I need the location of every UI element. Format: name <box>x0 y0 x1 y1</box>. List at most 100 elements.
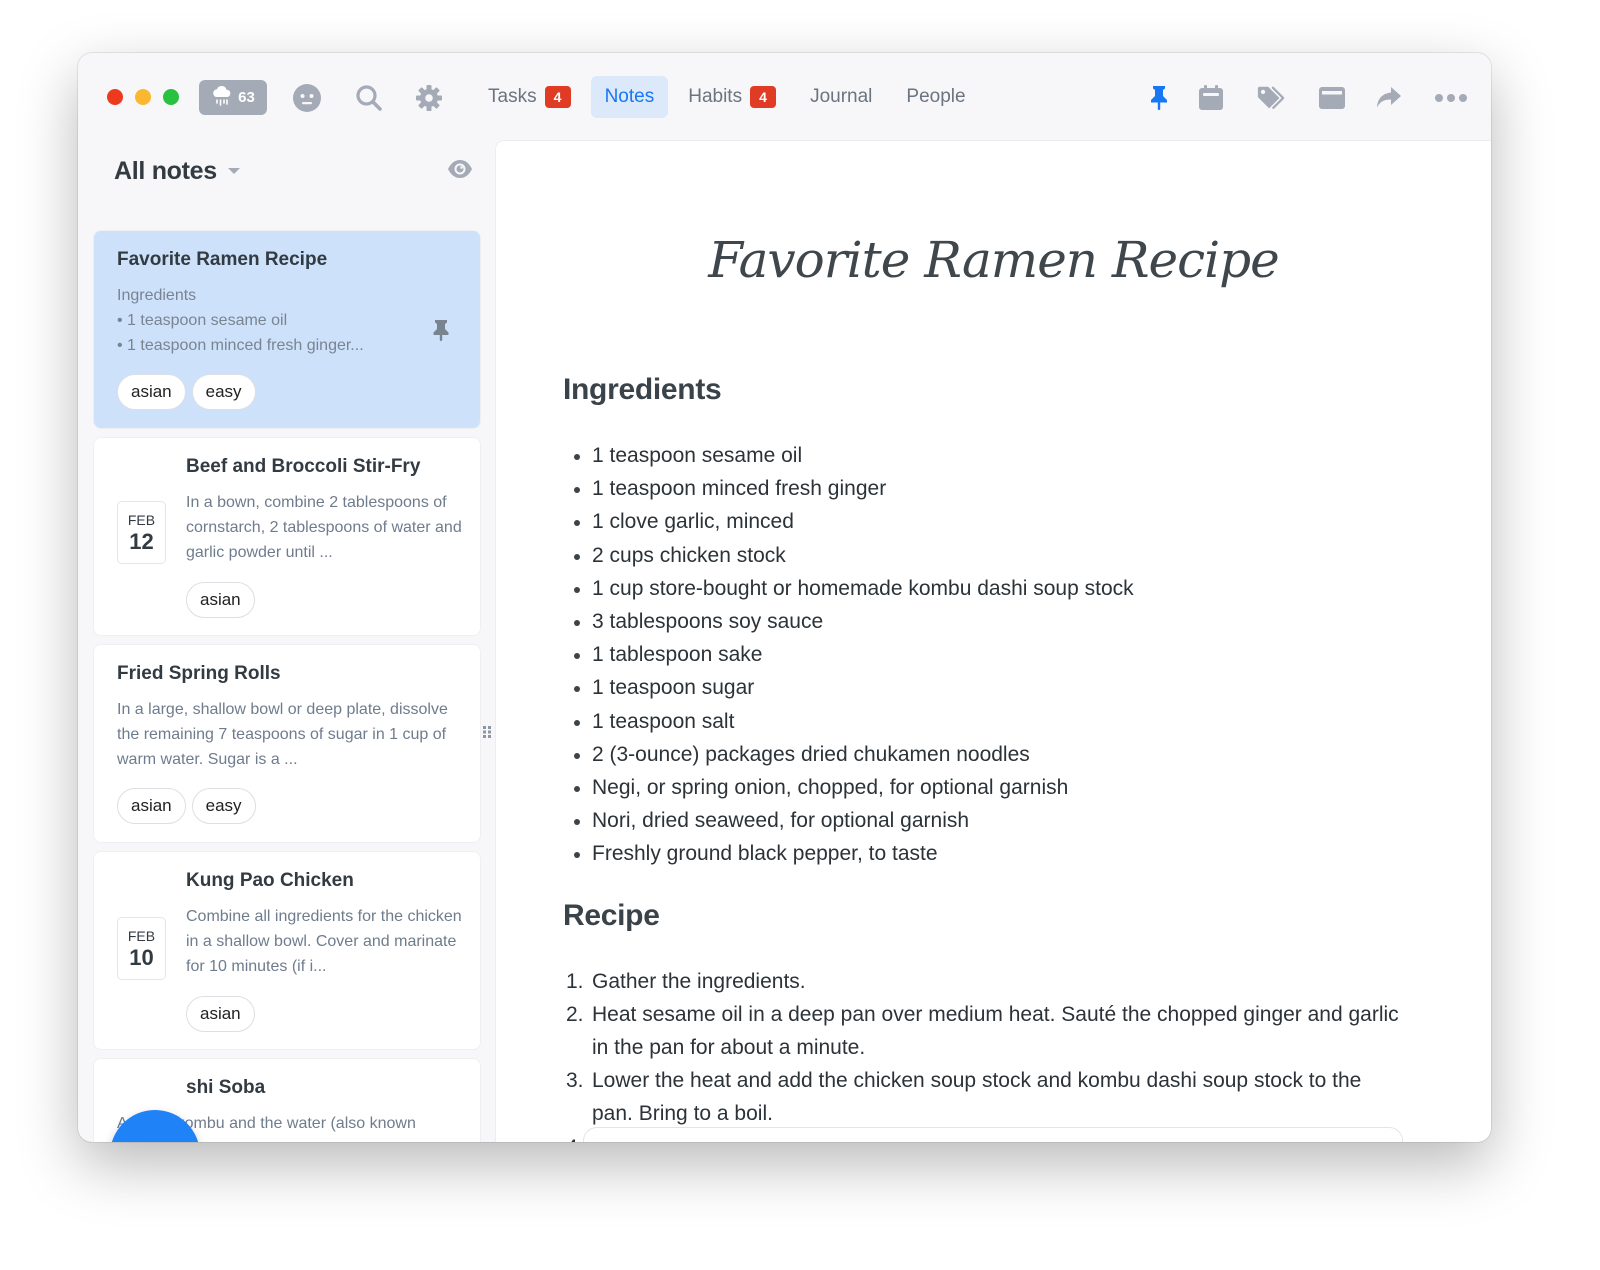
tab-notes[interactable]: Notes <box>590 76 669 118</box>
step-text: Gather the ingredients. <box>592 969 806 993</box>
ingredient-item: 1 clove garlic, minced <box>563 505 1403 538</box>
date-day: 10 <box>129 944 154 970</box>
note-editor[interactable]: Favorite Ramen Recipe Ingredients 1 teas… <box>496 141 1491 1142</box>
panel-icon[interactable] <box>1317 83 1347 113</box>
minimize-window-button[interactable] <box>135 89 151 105</box>
recipe-heading: Recipe <box>563 898 660 932</box>
note-heading[interactable]: Favorite Ramen Recipe <box>496 231 1491 289</box>
close-window-button[interactable] <box>107 89 123 105</box>
habits-count-badge: 4 <box>750 86 777 108</box>
zoom-window-button[interactable] <box>163 89 179 105</box>
tab-journal[interactable]: Journal <box>796 76 886 118</box>
tasks-count-badge: 4 <box>544 86 571 108</box>
preview-line: • 1 teaspoon minced fresh ginger... <box>117 337 364 354</box>
note-title: shi Soba <box>186 1077 266 1098</box>
ingredients-list: 1 teaspoon sesame oil 1 teaspoon minced f… <box>563 439 1403 871</box>
tab-habits[interactable]: Habits 4 <box>674 76 790 118</box>
tag-chip[interactable]: asian <box>117 374 186 410</box>
eye-icon[interactable] <box>447 159 473 184</box>
tag-list: asian easy <box>117 788 256 824</box>
note-card[interactable]: FEB 12 Beef and Broccoli Stir-Fry In a b… <box>94 438 480 635</box>
ingredient-item: 1 cup store-bought or homemade kombu das… <box>563 572 1403 605</box>
date-month: FEB <box>127 511 156 528</box>
ingredient-item: 1 tablespoon sake <box>563 638 1403 671</box>
recipe-step: 2. Heat sesame oil in a deep pan over med… <box>563 998 1403 1064</box>
date-badge: FEB 10 <box>117 917 166 980</box>
tab-label: People <box>906 86 966 107</box>
recipe-step: 1. Gather the ingredients. <box>563 965 1403 998</box>
plus-icon <box>141 1141 169 1142</box>
note-title: Favorite Ramen Recipe <box>117 249 328 270</box>
app-window: 63 Tasks 4 Notes Habits 4 Journal People… <box>78 53 1491 1142</box>
recipe-step: 3. Lower the heat and add the chicken sou… <box>563 1064 1403 1130</box>
ingredient-item: 2 (3-ounce) packages dried chukamen nood… <box>563 738 1403 771</box>
note-title: Fried Spring Rolls <box>117 663 281 684</box>
note-card[interactable]: Favorite Ramen Recipe Ingredients • 1 te… <box>94 231 480 428</box>
date-badge: FEB 12 <box>117 501 166 564</box>
rain-cloud-icon <box>211 85 233 111</box>
ingredient-item: 2 cups chicken stock <box>563 539 1403 572</box>
tab-label: Tasks <box>488 86 537 107</box>
tag-list: asian easy <box>117 374 256 410</box>
sidebar-resize-handle[interactable] <box>482 725 492 739</box>
toolbar: 63 Tasks 4 Notes Habits 4 Journal People <box>78 53 1491 141</box>
mood-face-icon[interactable] <box>292 83 322 113</box>
ingredient-item: Negi, or spring onion, chopped, for opti… <box>563 771 1403 804</box>
tab-label: Habits <box>688 86 743 107</box>
pinned-icon <box>431 318 451 349</box>
step-number: 2. <box>566 1002 584 1026</box>
chevron-down-icon <box>227 163 241 181</box>
tag-chip[interactable]: easy <box>191 788 256 824</box>
temperature-value: 63 <box>238 89 255 106</box>
notes-list: Favorite Ramen Recipe Ingredients • 1 te… <box>94 231 480 1142</box>
note-card[interactable]: FEB 10 Kung Pao Chicken Combine all ingr… <box>94 852 480 1049</box>
tag-chip[interactable]: asian <box>186 582 255 618</box>
preview-line: • 1 teaspoon sesame oil <box>117 312 288 329</box>
step-text: Lower the heat and add the chicken soup … <box>592 1069 1362 1126</box>
preview-line: Ingredients <box>117 287 197 304</box>
gear-icon[interactable] <box>414 83 444 113</box>
search-icon[interactable] <box>354 83 384 113</box>
note-preview: Ingredients • 1 teaspoon sesame oil • 1 … <box>117 283 364 358</box>
weather-widget[interactable]: 63 <box>199 80 267 115</box>
note-preview: In a bown, combine 2 tablespoons of corn… <box>186 494 462 561</box>
notes-sidebar: All notes Favorite Ramen Recipe Ingredie… <box>78 141 496 1142</box>
pin-icon[interactable] <box>1144 83 1174 113</box>
ingredient-item: Nori, dried seaweed, for optional garnis… <box>563 804 1403 837</box>
ingredient-item: 1 teaspoon sugar <box>563 671 1403 704</box>
tag-chip[interactable]: asian <box>117 788 186 824</box>
steps-list: 1. Gather the ingredients. 2. Heat sesame o… <box>563 965 1403 1142</box>
ingredient-item: 1 teaspoon sesame oil <box>563 439 1403 472</box>
tag-chip[interactable]: asian <box>186 996 255 1032</box>
ingredient-item: 3 tablespoons soy sauce <box>563 605 1403 638</box>
notes-filter-dropdown[interactable]: All notes <box>114 157 241 186</box>
tag-list: asian <box>186 996 255 1032</box>
ingredients-heading: Ingredients <box>563 373 722 406</box>
step-text: Heat sesame oil in a deep pan over mediu… <box>592 1002 1399 1060</box>
note-preview: Combine all ingredients for the chicken … <box>186 908 462 975</box>
tags-icon[interactable] <box>1256 83 1286 113</box>
share-icon[interactable] <box>1374 83 1404 113</box>
tag-list: asian <box>186 582 255 618</box>
embedded-block[interactable] <box>583 1127 1403 1142</box>
note-content[interactable]: Ingredients 1 teaspoon sesame oil 1 teasp… <box>563 373 1403 1142</box>
calendar-icon[interactable] <box>1196 83 1226 113</box>
step-number: 4. <box>566 1131 584 1142</box>
tab-label: Notes <box>604 86 655 107</box>
step-number: 3. <box>566 1069 584 1093</box>
sidebar-title: All notes <box>114 157 217 185</box>
note-title: Beef and Broccoli Stir-Fry <box>186 456 421 477</box>
ingredient-item: 1 teaspoon minced fresh ginger <box>563 472 1403 505</box>
tab-label: Journal <box>810 86 873 107</box>
date-month: FEB <box>127 927 156 944</box>
tag-chip[interactable]: easy <box>191 374 256 410</box>
note-card[interactable]: Fried Spring Rolls In a large, shallow b… <box>94 645 480 842</box>
tab-people[interactable]: People <box>892 76 979 118</box>
note-title: Kung Pao Chicken <box>186 870 354 891</box>
main-nav: Tasks 4 Notes Habits 4 Journal People <box>474 76 980 118</box>
date-day: 12 <box>129 528 154 554</box>
ingredient-item: Freshly ground black pepper, to taste <box>563 837 1403 870</box>
tab-tasks[interactable]: Tasks 4 <box>474 76 585 118</box>
more-icon[interactable] <box>1433 83 1469 113</box>
ingredient-item: 1 teaspoon salt <box>563 705 1403 738</box>
